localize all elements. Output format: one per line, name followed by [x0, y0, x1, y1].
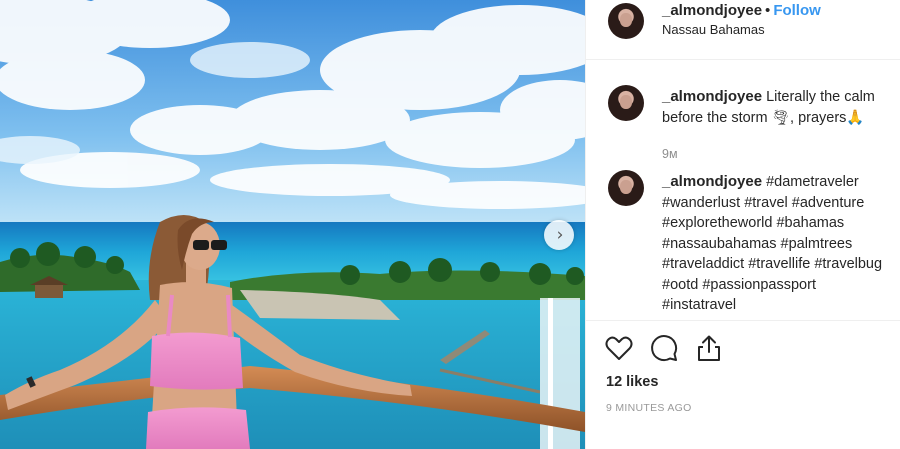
caption-comment: _almondjoyee Literally the calm before t…: [586, 85, 900, 145]
beach-balcony-image: [0, 0, 585, 449]
hashtag-text: _almondjoyee #dametraveler #wanderlust #…: [662, 172, 887, 316]
username-link[interactable]: _almondjoyee: [662, 2, 762, 19]
avatar[interactable]: [608, 85, 644, 121]
hashtag-comment: _almondjoyee #dametraveler #wanderlust #…: [586, 170, 900, 320]
separator-dot: •: [765, 2, 771, 19]
caption-username[interactable]: _almondjoyee: [662, 88, 762, 105]
follow-button[interactable]: Follow: [773, 2, 821, 19]
avatar[interactable]: [608, 3, 644, 39]
header-row: _almondjoyee • Follow: [662, 2, 821, 19]
chevron-right-icon: ›: [556, 224, 564, 245]
share-icon[interactable]: [694, 333, 724, 363]
location-link[interactable]: Nassau Bahamas: [662, 22, 765, 37]
heart-icon[interactable]: [604, 333, 634, 363]
post-photo[interactable]: ›: [0, 0, 585, 449]
post-time: 9 MINUTES AGO: [606, 402, 692, 414]
post-header: _almondjoyee • Follow Nassau Bahamas: [586, 0, 900, 60]
caption-timestamp: 9м: [662, 147, 678, 161]
caption-text: _almondjoyee Literally the calm before t…: [662, 87, 887, 128]
avatar[interactable]: [608, 170, 644, 206]
post-side-panel: _almondjoyee • Follow Nassau Bahamas _almo…: [585, 0, 900, 449]
hashtag-list[interactable]: #dametraveler #wanderlust #travel #adven…: [662, 174, 882, 313]
comment-icon[interactable]: [649, 333, 679, 363]
hashtag-username[interactable]: _almondjoyee: [662, 173, 762, 190]
likes-count[interactable]: 12 likes: [606, 374, 658, 390]
next-photo-button[interactable]: ›: [544, 220, 574, 250]
action-bar: 12 likes 9 MINUTES AGO: [586, 320, 900, 449]
